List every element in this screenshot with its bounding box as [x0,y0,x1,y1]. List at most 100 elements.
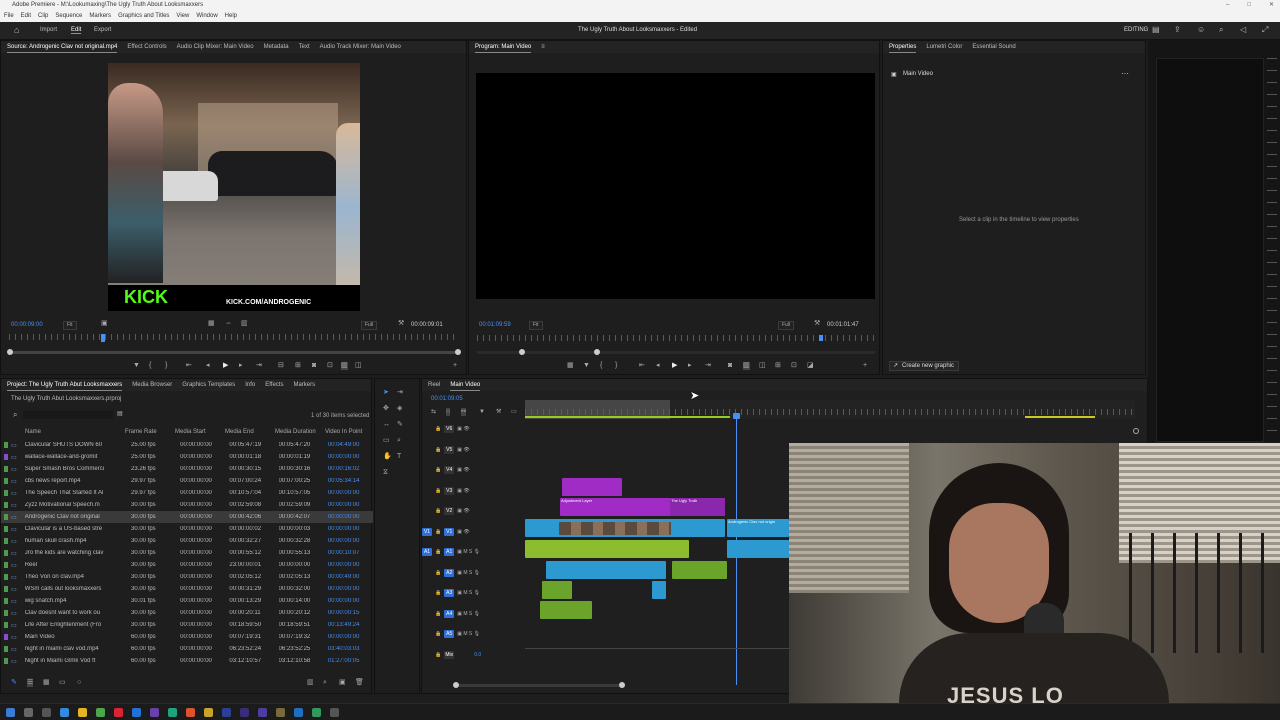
track-header-v3[interactable]: 🔒 V3 ▣ 👁 [422,481,522,501]
rectangle-tool-icon[interactable]: ▭ [383,437,390,445]
tab-audio-track-mixer[interactable]: Audio Track Mixer: Main Video [320,41,401,53]
eye-icon[interactable]: ▣ 👁 [457,426,469,432]
app-icon-4[interactable] [150,708,159,717]
menu-sequence[interactable]: Sequence [55,11,82,22]
create-graphic-button[interactable]: ↗ Create new graphic [889,361,959,371]
label-color-chip[interactable] [4,562,8,568]
export-frame-icon[interactable]: ◙ [312,362,316,370]
ripple-edit-icon[interactable]: ✥ [383,405,389,413]
track-header-v6[interactable]: 🔒 V6 ▣ 👁 [422,419,522,439]
col-in-point[interactable]: Video In Point [325,429,373,438]
prog-out-icon[interactable]: } [615,362,617,370]
project-row[interactable]: ▭ Clavicular SHUTS DOWN 60 25.00 fps 00:00:… [1,439,373,451]
clip-androgenic[interactable]: Androgenic Clav not origin [727,519,789,537]
source-patch[interactable] [422,589,432,597]
source-patch[interactable] [422,425,432,433]
project-row[interactable]: ▭ human skull crash.mp4 30.00 fps 00:00:00:… [1,535,373,547]
project-row[interactable]: ▭ Clav doesnt want to work ou 30.00 fps 00:… [1,607,373,619]
menu-file[interactable]: File [4,11,14,22]
mute-solo-icon[interactable]: ▣ M S 🎙 [457,570,480,576]
project-row[interactable]: ▭ Super Smash Bros Commerci 23.26 fps 00:00… [1,463,373,475]
vertical-zoom-handle[interactable] [1133,428,1139,434]
menu-view[interactable]: View [176,11,189,22]
clip-a1-blue[interactable] [727,540,789,558]
app-icon-12[interactable] [312,708,321,717]
label-color-chip[interactable] [4,478,8,484]
app-icon-8[interactable] [240,708,249,717]
project-row[interactable]: ▭ wig snatch.mp4 30.01 fps 00:00:00:00 00:00… [1,595,373,607]
prog-add-button-icon[interactable]: + [863,362,867,370]
menu-graphics[interactable]: Graphics and Titles [118,11,169,22]
program-wrench-icon[interactable]: ⚒ [814,320,820,328]
track-header-a4[interactable]: 🔒 A4 ▣ M S 🎙 [422,604,522,624]
clip-a3-audio[interactable] [542,581,572,599]
tab-import[interactable]: Import [40,27,57,33]
clip-a2-green[interactable] [672,561,727,579]
prog-export-frame-icon[interactable]: ◙ [728,362,732,370]
program-ruler[interactable] [477,335,875,341]
caption-tool-icon[interactable]: ⧖ [383,469,388,477]
nest-icon[interactable]: ⇆ [431,408,436,416]
tab-effects[interactable]: Effects [265,379,283,391]
type-tool-icon[interactable]: T [397,453,401,461]
source-patch[interactable] [422,446,432,454]
label-color-chip[interactable] [4,658,8,664]
app-icon-10[interactable] [276,708,285,717]
timeline-ruler[interactable] [525,400,1135,419]
project-search-icon[interactable]: ⌕ [13,410,17,420]
insert-button-icon[interactable]: ⊟ [278,362,284,370]
automate-icon[interactable]: ▥ [307,679,314,687]
go-to-in-icon[interactable]: ⇤ [186,362,192,370]
track-header-a2[interactable]: 🔒 A2 ▣ M S 🎙 [422,563,522,583]
source-quality-dropdown[interactable]: Full [361,321,378,330]
tab-edit[interactable]: Edit [71,27,82,34]
track-header-a5[interactable]: 🔒 A5 ▣ M S 🎙 [422,624,522,644]
mute-solo-icon[interactable]: ▣ M S 🎙 [457,611,480,617]
prog-in-icon[interactable]: { [600,362,602,370]
source-patch[interactable] [422,507,432,515]
track-header-v5[interactable]: 🔒 V5 ▣ 👁 [422,440,522,460]
tab-audio-clip-mixer[interactable]: Audio Clip Mixer: Main Video [177,41,254,53]
freeform-view-icon[interactable]: ▭ [59,679,66,687]
app-icon-6[interactable] [186,708,195,717]
label-color-chip[interactable] [4,610,8,616]
track-header-v4[interactable]: 🔒 V4 ▣ 👁 [422,460,522,480]
tab-media-browser[interactable]: Media Browser [132,379,172,391]
app-icon-3[interactable] [132,708,141,717]
clip-v3-purple[interactable] [562,478,622,496]
close-button[interactable]: ✕ [1269,0,1274,11]
new-bin-icon[interactable]: ▤ [117,410,123,417]
label-color-chip[interactable] [4,538,8,544]
project-row[interactable]: ▭ night in miami clav vod.mp4 60.00 fps 00:… [1,643,373,655]
project-row[interactable]: ▭ The Speech That Started It Al 29.97 fps 0… [1,487,373,499]
program-quality-dropdown[interactable]: Full [778,321,795,330]
eye-icon[interactable]: ▣ 👁 [457,467,469,473]
task-view-icon[interactable] [42,708,51,717]
safe-margins-icon[interactable]: ⊡ [327,362,333,370]
prog-trim-icon[interactable]: ⊞ [775,362,781,370]
lock-icon[interactable]: 🔒 [435,570,441,576]
maximize-button[interactable]: □ [1247,0,1251,11]
more-options-icon[interactable]: ⋯ [1121,69,1129,78]
app-icon-13[interactable] [330,708,339,717]
linked-selection-icon[interactable]: ⚯ [461,408,467,416]
col-media-start[interactable]: Media Start [175,429,225,438]
label-color-chip[interactable] [4,526,8,532]
project-row[interactable]: ▭ WSm calls out looksmaxxers 30.00 fps 00:0… [1,583,373,595]
source-zoom-handle[interactable] [7,349,13,355]
prog-marker-icon[interactable]: ▼ [583,362,590,370]
source-zoom-handle-right[interactable] [455,349,461,355]
lock-icon[interactable]: 🔒 [435,488,441,494]
vr-icon[interactable]: ◫ [355,362,362,370]
timeline-timecode[interactable]: 00:01:09:05 [431,396,463,402]
source-add-button-icon[interactable]: + [453,362,457,370]
zoom-tool-icon[interactable]: ⌕ [397,437,401,445]
tab-properties[interactable]: Properties [889,41,917,53]
mark-out-icon[interactable]: } [165,362,167,370]
program-fit-dropdown[interactable]: Fit [529,321,543,330]
source-patch[interactable] [422,630,432,638]
step-back-icon[interactable]: ◂ [206,362,210,370]
menu-window[interactable]: Window [196,11,217,22]
new-item-icon[interactable]: ▣ [339,679,346,687]
search-icon[interactable]: ⌕ [1219,25,1223,35]
